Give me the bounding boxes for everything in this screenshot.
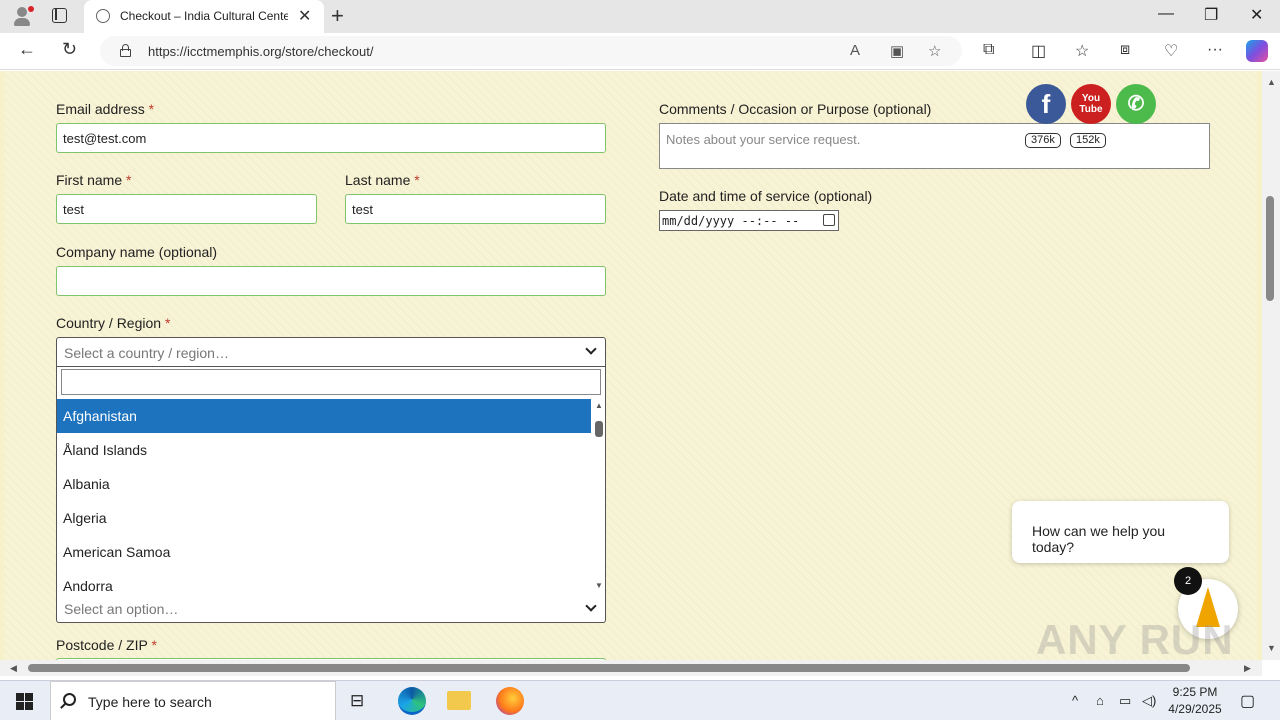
task-view-icon[interactable]: ⊟ <box>350 691 364 711</box>
file-explorer-icon[interactable] <box>447 691 471 710</box>
country-option[interactable]: Andorra <box>57 569 591 599</box>
search-icon <box>63 693 76 706</box>
taskbar-search-placeholder: Type here to search <box>88 694 212 710</box>
country-option[interactable]: Afghanistan <box>57 399 591 433</box>
minimize-icon[interactable]: — <box>1158 5 1174 23</box>
chevron-down-icon <box>585 343 597 355</box>
checkout-form-area: Email address * test@test.com First name… <box>4 71 1257 660</box>
youtube-count: 152k <box>1070 133 1106 148</box>
url-text[interactable]: https://icctmemphis.org/store/checkout/ <box>148 44 373 59</box>
country-option[interactable]: American Samoa <box>57 535 591 569</box>
edge-icon[interactable] <box>398 687 426 715</box>
youtube-icon[interactable]: You Tube <box>1071 84 1111 124</box>
country-select[interactable]: Select a country / region… <box>56 337 606 367</box>
tab-bar: Checkout – India Cultural Center ✕ + — ❐… <box>0 0 1280 33</box>
globe-icon <box>96 9 110 23</box>
navigation-bar: ← ↻ https://icctmemphis.org/store/checko… <box>0 33 1280 70</box>
calendar-icon[interactable] <box>823 214 835 226</box>
tab-checkout[interactable]: Checkout – India Cultural Center ✕ <box>84 0 324 33</box>
close-window-icon[interactable]: ✕ <box>1250 5 1263 25</box>
taskbar: Type here to search ⊟ ^ ⌂ ▭ ◁) 9:25 PM 4… <box>0 680 1280 720</box>
restore-icon[interactable]: ❐ <box>1204 5 1218 25</box>
page-vertical-scrollbar[interactable]: ▲ ▼ <box>1262 71 1280 660</box>
back-button[interactable]: ← <box>18 39 36 60</box>
collections-icon[interactable]: ⧈ <box>1120 41 1130 59</box>
browser-essentials-icon[interactable]: ♡ <box>1164 41 1178 61</box>
state-select[interactable]: Select an option… <box>56 597 606 623</box>
split-screen-icon[interactable]: ◫ <box>1031 41 1046 61</box>
country-option[interactable]: Åland Islands <box>57 433 591 467</box>
state-placeholder: Select an option… <box>64 601 179 617</box>
facebook-icon[interactable]: f <box>1026 84 1066 124</box>
read-aloud-icon[interactable]: A <box>850 42 860 59</box>
last-name-field[interactable]: test <box>345 194 606 224</box>
tab-actions-icon[interactable] <box>52 8 67 23</box>
windows-start-icon[interactable] <box>16 693 33 710</box>
country-search-input[interactable] <box>61 369 601 395</box>
dropdown-scrollbar[interactable]: ▲ ▼ <box>593 399 605 599</box>
favorites-icon[interactable]: ☆ <box>1075 41 1089 61</box>
chat-prompt[interactable]: How can we help you today? <box>1012 501 1229 563</box>
show-hidden-icons-icon[interactable]: ^ <box>1072 693 1078 708</box>
close-tab-icon[interactable]: ✕ <box>298 6 311 26</box>
copilot-icon[interactable] <box>1246 40 1268 62</box>
country-dropdown: Afghanistan Åland Islands Albania Algeri… <box>56 367 606 599</box>
lock-icon[interactable] <box>120 44 131 57</box>
country-placeholder: Select a country / region… <box>64 345 229 361</box>
clock-date: 4/29/2025 <box>1168 702 1222 716</box>
comments-label: Comments / Occasion or Purpose (optional… <box>659 101 932 117</box>
company-field[interactable] <box>56 266 606 296</box>
volume-icon[interactable]: ◁) <box>1142 693 1156 709</box>
email-field[interactable]: test@test.com <box>56 123 606 153</box>
chevron-down-icon <box>585 600 597 612</box>
extensions-icon[interactable]: ⧉ <box>983 41 994 59</box>
clock-time: 9:25 PM <box>1172 685 1218 699</box>
device-icon[interactable]: ⌂ <box>1096 693 1104 708</box>
chat-badge: 2 <box>1174 567 1202 595</box>
profile-icon[interactable] <box>12 6 34 26</box>
last-name-label: Last name * <box>345 172 420 188</box>
page-horizontal-scrollbar[interactable]: ◀ ▶ <box>0 660 1262 676</box>
taskbar-clock[interactable]: 9:25 PM 4/29/2025 <box>1160 684 1230 718</box>
facebook-count: 376k <box>1025 133 1061 148</box>
datetime-label: Date and time of service (optional) <box>659 188 873 204</box>
refresh-button[interactable]: ↻ <box>62 39 77 60</box>
new-tab-button[interactable]: + <box>331 3 344 29</box>
first-name-label: First name * <box>56 172 132 188</box>
taskbar-search-box[interactable]: Type here to search <box>50 681 336 720</box>
comments-textarea[interactable]: Notes about your service request. <box>659 123 1210 169</box>
page-content: Email address * test@test.com First name… <box>0 71 1262 660</box>
tab-title: Checkout – India Cultural Center <box>120 9 288 23</box>
favorite-star-icon[interactable]: ☆ <box>928 42 941 60</box>
address-bar[interactable]: https://icctmemphis.org/store/checkout/ … <box>100 36 962 66</box>
datetime-value: mm/dd/yyyy --:-- -- <box>662 214 800 228</box>
immersive-reader-icon[interactable]: ▣ <box>890 42 904 60</box>
more-options-icon[interactable]: ··· <box>1207 41 1223 59</box>
country-option[interactable]: Albania <box>57 467 591 501</box>
datetime-input[interactable]: mm/dd/yyyy --:-- -- <box>659 210 839 231</box>
firefox-icon[interactable] <box>496 687 524 715</box>
postcode-label: Postcode / ZIP * <box>56 637 157 653</box>
company-label: Company name (optional) <box>56 244 218 260</box>
email-label: Email address * <box>56 101 155 117</box>
country-option[interactable]: Algeria <box>57 501 591 535</box>
notifications-icon[interactable]: ▢ <box>1240 691 1255 711</box>
country-label: Country / Region * <box>56 315 171 331</box>
network-icon[interactable]: ▭ <box>1119 693 1131 709</box>
first-name-field[interactable]: test <box>56 194 317 224</box>
whatsapp-icon[interactable]: ✆ <box>1116 84 1156 124</box>
anyrun-watermark: ANY RUN <box>1036 616 1234 660</box>
